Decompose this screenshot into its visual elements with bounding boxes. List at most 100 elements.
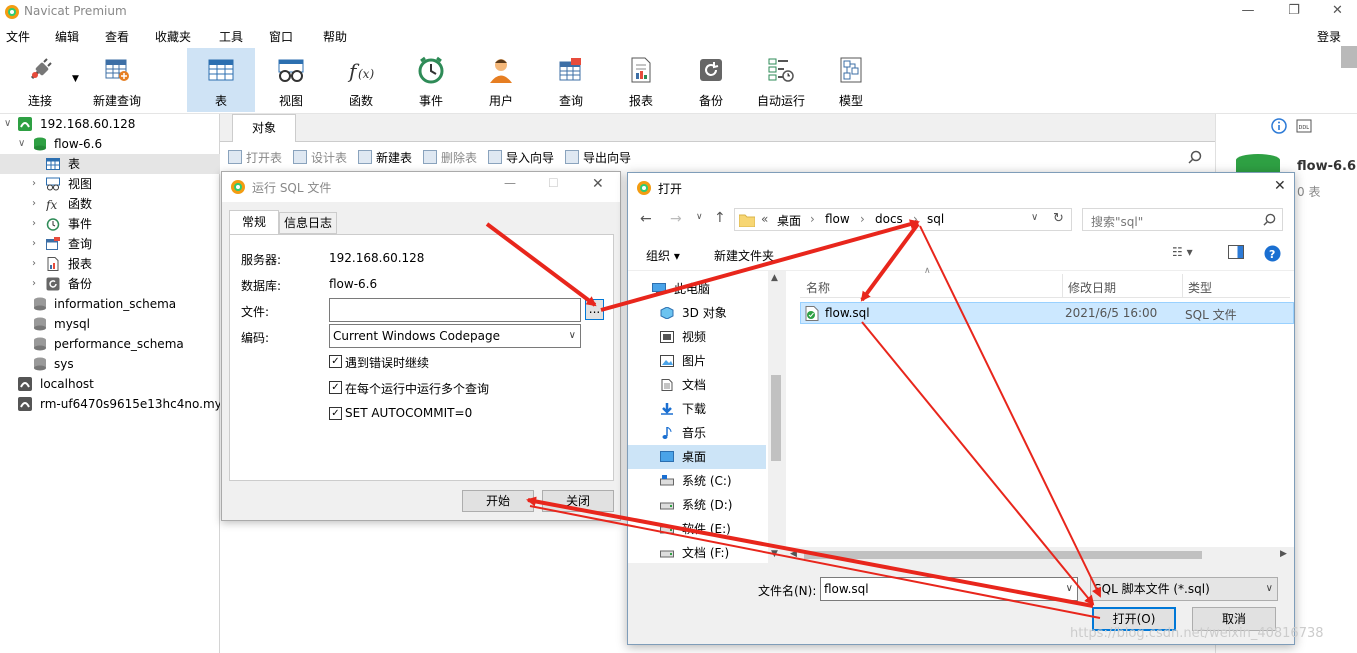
maximize-button[interactable]: ❐ xyxy=(1272,0,1316,24)
chevron-down-icon[interactable]: ∨ xyxy=(18,134,30,154)
search-input[interactable]: 搜索"sql" xyxy=(1091,213,1143,230)
tree-node-events[interactable]: › 事件 xyxy=(0,214,220,234)
menu-favorites[interactable]: 收藏夹 xyxy=(155,28,191,45)
file-type-filter[interactable]: SQL 脚本文件 (*.sql) ∨ xyxy=(1090,577,1278,601)
column-header-name[interactable]: 名称 xyxy=(806,279,830,296)
forward-arrow-icon[interactable]: → xyxy=(670,211,682,227)
import-wizard-button[interactable]: 导入向导 xyxy=(488,149,554,165)
breadcrumb-item[interactable]: docs xyxy=(875,212,903,226)
refresh-icon[interactable]: ↻ xyxy=(1053,211,1064,226)
ddl-icon[interactable]: DDL xyxy=(1296,118,1312,134)
tree-node-connection[interactable]: ∨ 192.168.60.128 xyxy=(0,114,220,134)
tree-node-database[interactable]: sys xyxy=(0,354,220,374)
toolbar-report-button[interactable]: 报表 xyxy=(607,48,675,112)
chevron-down-icon[interactable]: ∨ xyxy=(4,114,16,134)
close-window-button[interactable]: ✕ xyxy=(1318,0,1357,24)
breadcrumb-item[interactable]: flow xyxy=(825,212,850,226)
chevron-down-icon[interactable]: ▼ xyxy=(771,549,778,559)
tree-node-reports[interactable]: › 报表 xyxy=(0,254,220,274)
tree-node-connection[interactable]: rm-uf6470s9615e13hc4no.mysq xyxy=(0,394,220,414)
chevron-right-icon[interactable]: › xyxy=(32,194,44,214)
tree-node-connection[interactable]: localhost xyxy=(0,374,220,394)
up-arrow-icon[interactable]: ↑ xyxy=(714,210,726,226)
browse-button[interactable]: ... xyxy=(585,299,604,320)
menu-help[interactable]: 帮助 xyxy=(323,28,347,45)
breadcrumb-item[interactable]: 桌面 xyxy=(777,212,801,229)
login-link[interactable]: 登录 xyxy=(1317,28,1341,45)
minimize-button[interactable]: — xyxy=(1226,0,1270,24)
toolbar-table-button[interactable]: 表 xyxy=(187,48,255,112)
delete-table-button[interactable]: 删除表 xyxy=(423,149,477,165)
info-icon[interactable] xyxy=(1271,118,1287,134)
toolbar-event-button[interactable]: 事件 xyxy=(397,48,465,112)
search-icon[interactable] xyxy=(1188,150,1202,164)
new-table-button[interactable]: 新建表 xyxy=(358,149,412,165)
nav-scrollbar[interactable]: ▲ ▼ xyxy=(768,271,784,563)
toolbar-model-button[interactable]: 模型 xyxy=(817,48,885,112)
address-bar[interactable]: « 桌面 › flow › docs › sql ∨ ↻ xyxy=(734,208,1072,231)
menu-tools[interactable]: 工具 xyxy=(219,28,243,45)
chevron-right-icon[interactable]: › xyxy=(32,234,44,254)
chevron-down-icon[interactable]: ∨ xyxy=(696,212,703,222)
toolbar-query-button[interactable]: 查询 xyxy=(537,48,605,112)
toolbar-backup-button[interactable]: 备份 xyxy=(677,48,745,112)
toolbar-connect-button[interactable]: 连接 xyxy=(6,48,74,112)
menu-file[interactable]: 文件 xyxy=(6,28,30,45)
menu-view[interactable]: 查看 xyxy=(105,28,129,45)
tree-node-views[interactable]: › 视图 xyxy=(0,174,220,194)
chevron-right-icon[interactable]: › xyxy=(32,214,44,234)
column-header-date[interactable]: 修改日期 xyxy=(1068,279,1116,296)
filename-input[interactable]: flow.sql ∨ xyxy=(820,577,1078,601)
chevron-right-icon[interactable]: ▶ xyxy=(1280,549,1287,559)
search-box[interactable]: 搜索"sql" xyxy=(1082,208,1283,231)
toolbar-view-button[interactable]: 视图 xyxy=(257,48,325,112)
tree-node-tables[interactable]: 表 xyxy=(0,154,220,174)
tree-node-database[interactable]: information_schema xyxy=(0,294,220,314)
toolbar-user-button[interactable]: 用户 xyxy=(467,48,535,112)
organize-button[interactable]: 组织 ▾ xyxy=(646,247,680,264)
chevron-right-icon[interactable]: › xyxy=(32,254,44,274)
chevron-left-icon[interactable]: ◀ xyxy=(790,549,797,559)
view-options-icon[interactable]: ☷ ▾ xyxy=(1172,245,1193,259)
breadcrumb-overflow[interactable]: « xyxy=(761,212,768,226)
tree-node-backups[interactable]: › 备份 xyxy=(0,274,220,294)
multiple-queries-checkbox[interactable]: ✓ xyxy=(329,381,342,394)
chevron-right-icon[interactable]: › xyxy=(32,174,44,194)
chevron-up-icon[interactable]: ▲ xyxy=(771,273,778,283)
new-folder-button[interactable]: 新建文件夹 xyxy=(714,247,774,264)
encoding-select[interactable]: Current Windows Codepage ∨ xyxy=(329,324,581,348)
tree-node-queries[interactable]: › 查询 xyxy=(0,234,220,254)
tab-message-log[interactable]: 信息日志 xyxy=(279,212,337,234)
open-table-button[interactable]: 打开表 xyxy=(228,149,282,165)
tab-objects[interactable]: 对象 xyxy=(232,114,296,142)
menu-edit[interactable]: 编辑 xyxy=(55,28,79,45)
toolbar-function-button[interactable]: f (x) 函数 xyxy=(327,48,395,112)
close-icon[interactable]: ✕ xyxy=(592,176,604,192)
tree-node-database[interactable]: mysql xyxy=(0,314,220,334)
tab-general[interactable]: 常规 xyxy=(229,210,279,234)
chevron-down-icon[interactable]: ∨ xyxy=(1031,212,1038,223)
back-arrow-icon[interactable]: ← xyxy=(640,211,652,227)
close-icon[interactable]: ✕ xyxy=(1274,178,1286,194)
file-row[interactable]: flow.sql 2021/6/5 16:00 SQL 文件 xyxy=(800,302,1294,324)
help-icon[interactable]: ? xyxy=(1264,245,1281,262)
toolbar-automation-button[interactable]: 自动运行 xyxy=(747,48,815,112)
scrollbar-thumb[interactable] xyxy=(771,375,781,461)
close-button[interactable]: 关闭 xyxy=(542,490,614,512)
preview-pane-icon[interactable] xyxy=(1228,245,1244,259)
breadcrumb-item[interactable]: sql xyxy=(927,212,944,226)
start-button[interactable]: 开始 xyxy=(462,490,534,512)
tree-node-functions[interactable]: › fx 函数 xyxy=(0,194,220,214)
export-wizard-button[interactable]: 导出向导 xyxy=(565,149,631,165)
scrollbar-thumb[interactable] xyxy=(804,551,1202,559)
column-header-type[interactable]: 类型 xyxy=(1188,279,1212,296)
horizontal-scrollbar[interactable]: ◀ ▶ xyxy=(786,547,1294,563)
minimize-button[interactable]: — xyxy=(504,176,516,190)
design-table-button[interactable]: 设计表 xyxy=(293,149,347,165)
chevron-right-icon[interactable]: › xyxy=(32,274,44,294)
nav-item-desktop[interactable]: 桌面 xyxy=(628,445,766,469)
maximize-button[interactable]: ☐ xyxy=(548,176,559,190)
tree-node-database[interactable]: ∨ flow-6.6 xyxy=(0,134,220,154)
chevron-down-icon[interactable]: ▼ xyxy=(72,74,79,84)
menu-window[interactable]: 窗口 xyxy=(269,28,293,45)
